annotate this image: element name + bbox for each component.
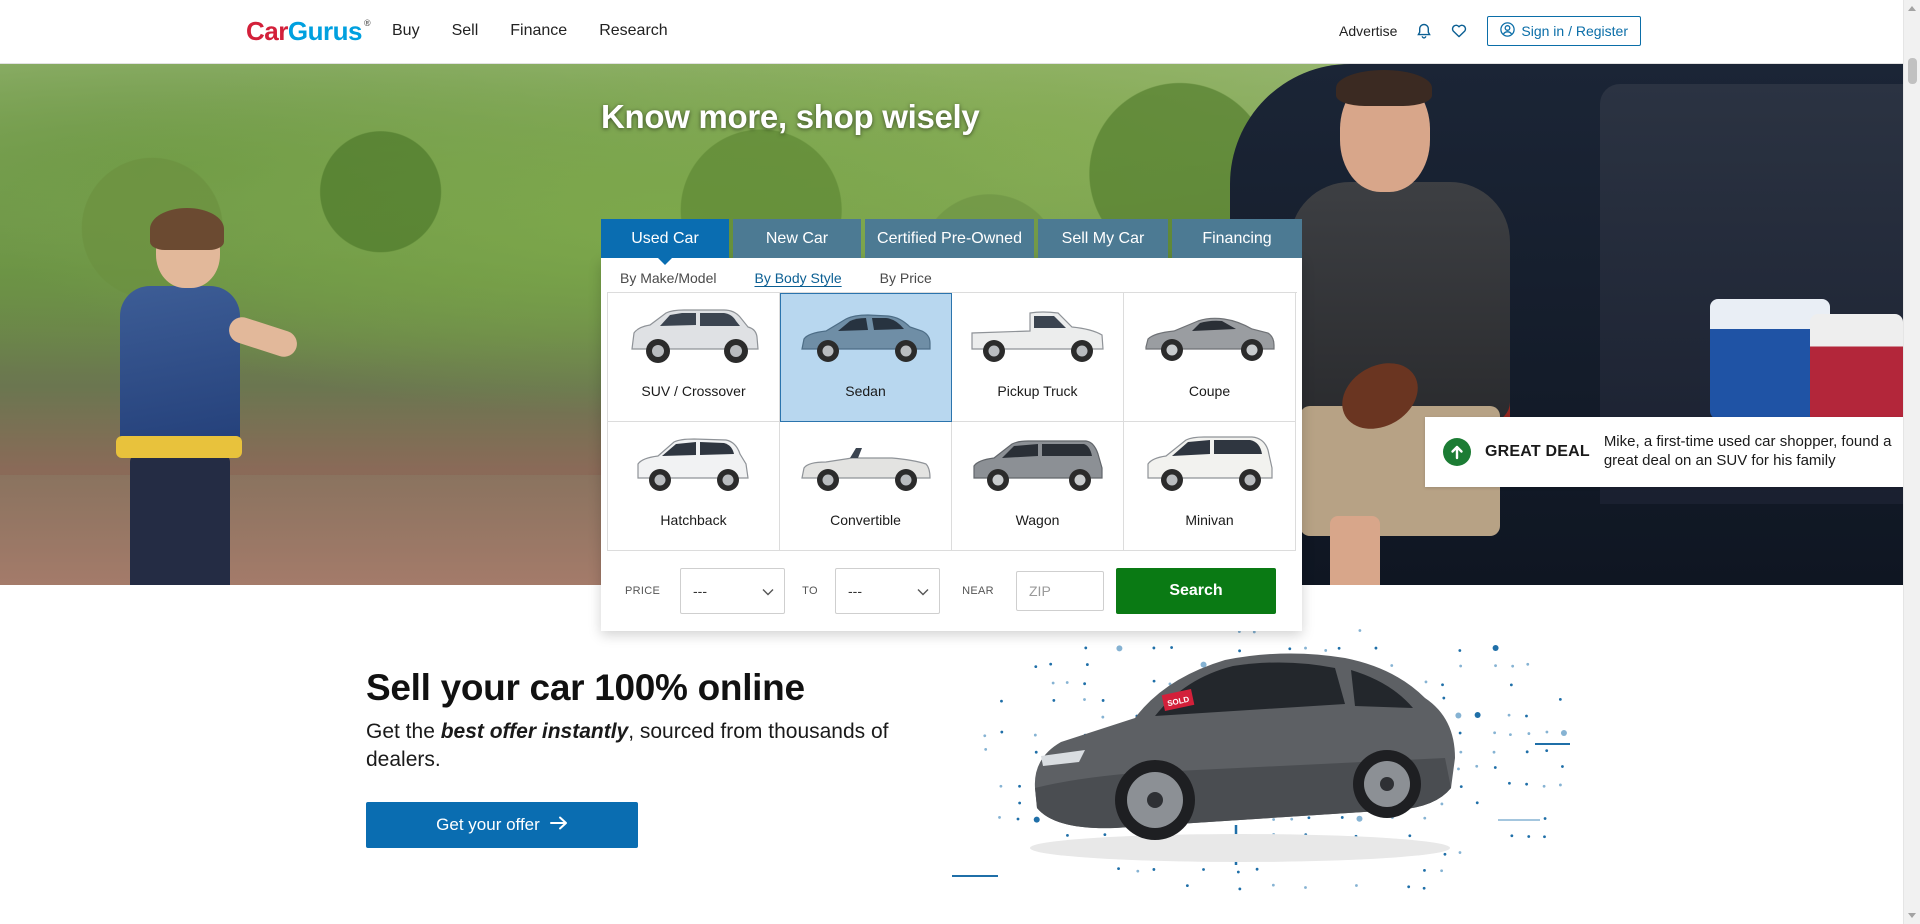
chevron-down-icon — [762, 583, 774, 599]
sell-section-title: Sell your car 100% online — [366, 667, 805, 708]
arrow-right-icon — [549, 815, 568, 835]
price-to-value: --- — [848, 583, 862, 599]
body-style-grid: SUV / Crossover Sedan Pickup Truck Coupe… — [607, 292, 1297, 551]
body-style-label: Coupe — [1188, 383, 1231, 399]
body-style-sedan[interactable]: Sedan — [780, 293, 952, 422]
body-style-pickup-truck[interactable]: Pickup Truck — [952, 293, 1124, 422]
nav-buy[interactable]: Buy — [392, 22, 420, 40]
body-style-label: Pickup Truck — [997, 383, 1078, 399]
scroll-up-arrow[interactable] — [1908, 6, 1916, 11]
to-label: TO — [802, 585, 818, 597]
hero-child-figure — [110, 208, 301, 585]
zip-input[interactable]: ZIP — [1016, 571, 1104, 611]
hero-title: Know more, shop wisely — [601, 98, 980, 135]
get-your-offer-button[interactable]: Get your offer — [366, 802, 638, 848]
subtab-by-body-style[interactable]: By Body Style — [754, 270, 841, 286]
body-style-label: Minivan — [1185, 512, 1234, 528]
tab-new-car[interactable]: New Car — [733, 219, 861, 258]
body-style-minivan[interactable]: Minivan — [1124, 422, 1296, 551]
body-style-hatchback[interactable]: Hatchback — [608, 422, 780, 551]
body-style-wagon[interactable]: Wagon — [952, 422, 1124, 551]
price-filter-row: PRICE --- TO --- NEAR ZIP Search — [606, 551, 1297, 631]
near-label: NEAR — [962, 585, 994, 597]
price-from-value: --- — [693, 583, 707, 599]
scrollbar-thumb[interactable] — [1908, 58, 1917, 84]
great-deal-callout: GREAT DEAL Mike, a first-time used car s… — [1425, 417, 1903, 487]
wagon-car-icon — [972, 440, 1103, 491]
chevron-down-icon — [917, 583, 929, 599]
sell-section-subtitle: Get the best offer instantly, sourced fr… — [366, 720, 889, 772]
logo-gurus: Gurus — [287, 16, 363, 46]
nav-finance[interactable]: Finance — [510, 22, 567, 40]
sign-in-register-button[interactable]: Sign in / Register — [1487, 16, 1641, 46]
great-deal-arrow-icon — [1443, 438, 1471, 466]
car-search-widget: Used Car New Car Certified Pre-Owned Sel… — [601, 219, 1302, 631]
logo-car: Car — [246, 16, 288, 46]
subtab-by-make-model[interactable]: By Make/Model — [620, 270, 716, 286]
price-from-select[interactable]: --- — [680, 568, 785, 614]
search-panel: By Make/Model By Body Style By Price SUV… — [601, 258, 1302, 631]
price-to-select[interactable]: --- — [835, 568, 940, 614]
search-subtabs: By Make/Model By Body Style By Price — [606, 258, 1297, 292]
page-scrollbar[interactable] — [1903, 0, 1920, 924]
heart-icon[interactable] — [1451, 24, 1467, 38]
tab-certified-pre-owned[interactable]: Certified Pre-Owned — [865, 219, 1034, 258]
cargurus-logo[interactable]: Car Gurus ® — [246, 16, 371, 47]
advertise-link[interactable]: Advertise — [1339, 23, 1397, 39]
body-style-label: Hatchback — [660, 512, 727, 528]
coupe-car-icon — [1144, 317, 1275, 361]
body-style-coupe[interactable]: Coupe — [1124, 293, 1296, 422]
sedan-car-icon — [800, 314, 931, 362]
great-deal-label: GREAT DEAL — [1485, 443, 1590, 460]
nav-sell[interactable]: Sell — [452, 22, 479, 40]
sign-in-label: Sign in / Register — [1521, 23, 1628, 39]
subtab-by-price[interactable]: By Price — [880, 270, 932, 286]
pickup-truck-icon — [970, 311, 1104, 362]
price-label: PRICE — [625, 585, 661, 597]
body-style-label: Wagon — [1015, 512, 1060, 528]
search-tabs: Used Car New Car Certified Pre-Owned Sel… — [601, 219, 1302, 265]
header-actions: Advertise Sign in / Register — [1339, 16, 1641, 46]
user-icon — [1500, 22, 1516, 40]
zip-placeholder: ZIP — [1029, 583, 1051, 599]
sell-car-image: SOLD — [1030, 653, 1455, 862]
search-button[interactable]: Search — [1116, 568, 1276, 614]
hero-man-figure — [1290, 70, 1530, 585]
convertible-car-icon — [800, 448, 931, 491]
nav-research[interactable]: Research — [599, 22, 667, 40]
body-style-suv-crossover[interactable]: SUV / Crossover — [608, 293, 780, 422]
bell-icon[interactable] — [1417, 23, 1432, 39]
main-nav: Buy Sell Finance Research — [392, 22, 668, 40]
offer-button-label: Get your offer — [436, 815, 540, 834]
hatchback-car-icon — [636, 438, 749, 491]
tab-financing[interactable]: Financing — [1172, 219, 1302, 258]
body-style-label: Sedan — [845, 383, 886, 399]
body-style-label: Convertible — [830, 512, 901, 528]
great-deal-text: Mike, a first-time used car shopper, fou… — [1603, 433, 1892, 469]
logo-registered: ® — [363, 18, 371, 28]
scroll-down-arrow[interactable] — [1908, 913, 1916, 918]
tab-sell-my-car[interactable]: Sell My Car — [1038, 219, 1168, 258]
body-style-label: SUV / Crossover — [641, 383, 746, 399]
site-header: Car Gurus ® Buy Sell Finance Research Adve… — [0, 0, 1903, 64]
minivan-car-icon — [1146, 436, 1273, 491]
suv-car-icon — [630, 309, 759, 363]
tab-used-car[interactable]: Used Car — [601, 219, 729, 265]
body-style-convertible[interactable]: Convertible — [780, 422, 952, 551]
